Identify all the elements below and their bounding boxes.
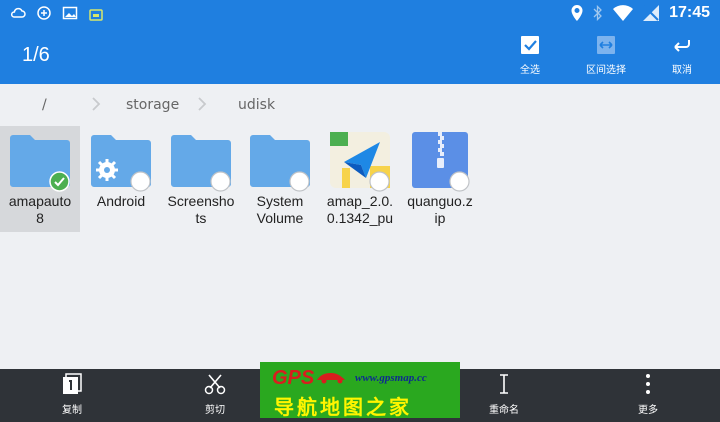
cloud-icon bbox=[10, 5, 26, 21]
breadcrumb-storage[interactable]: storage bbox=[126, 97, 179, 113]
rename-button[interactable]: 重命名 bbox=[464, 373, 544, 416]
more-label: 更多 bbox=[638, 405, 658, 416]
select-all-label: 全选 bbox=[520, 65, 540, 76]
chevron-right-icon bbox=[92, 97, 101, 111]
system-icons: 17:45 bbox=[571, 4, 710, 22]
android-icon bbox=[88, 5, 104, 21]
checked-icon[interactable] bbox=[49, 171, 70, 192]
more-icon bbox=[646, 374, 650, 394]
file-name: amap_2.0. 0.1342_pu bbox=[326, 193, 394, 226]
file-name: amapauto 8 bbox=[8, 193, 72, 226]
select-all-button[interactable]: 全选 bbox=[495, 34, 565, 76]
unchecked-icon[interactable] bbox=[130, 171, 151, 192]
file-name: quanguo.z ip bbox=[407, 193, 473, 226]
selection-toolbar: 1/6 全选 区间选择 取消 bbox=[0, 28, 720, 84]
select-all-icon bbox=[521, 36, 539, 54]
file-grid: amapauto 8 Android Screensho ts System Volu… bbox=[0, 126, 720, 369]
car-icon bbox=[317, 373, 345, 384]
unchecked-icon[interactable] bbox=[289, 171, 310, 192]
sync-icon bbox=[36, 5, 52, 21]
rename-icon bbox=[500, 374, 508, 394]
cancel-icon bbox=[674, 40, 690, 52]
range-select-icon bbox=[597, 36, 615, 54]
file-item-amap-apk[interactable]: amap_2.0. 0.1342_pu bbox=[320, 126, 400, 232]
file-item-screenshots[interactable]: Screensho ts bbox=[161, 126, 241, 232]
copy-icon bbox=[63, 373, 82, 394]
chevron-right-icon bbox=[198, 97, 207, 111]
breadcrumb-root[interactable]: / bbox=[42, 97, 47, 113]
range-select-label: 区间选择 bbox=[586, 65, 626, 76]
wifi-icon bbox=[613, 5, 634, 21]
file-item-amapauto8[interactable]: amapauto 8 bbox=[0, 126, 80, 232]
unchecked-icon[interactable] bbox=[210, 171, 231, 192]
file-name: Android bbox=[96, 193, 146, 209]
file-item-quanguo-zip[interactable]: quanguo.z ip bbox=[400, 126, 480, 232]
unchecked-icon[interactable] bbox=[369, 171, 390, 192]
watermark-logo: GPS www.gpsmap.cc 导航地图之家 bbox=[260, 362, 460, 419]
watermark-text: 导航地图之家 bbox=[274, 395, 412, 419]
bluetooth-icon bbox=[593, 5, 602, 21]
image-icon bbox=[62, 5, 78, 21]
watermark-url: www.gpsmap.cc bbox=[355, 372, 427, 384]
clock: 17:45 bbox=[669, 4, 710, 21]
status-bar: 17:45 bbox=[0, 0, 720, 28]
watermark-brand: GPS bbox=[272, 367, 315, 389]
unchecked-icon[interactable] bbox=[449, 171, 470, 192]
notification-icons bbox=[10, 5, 104, 21]
copy-button[interactable]: 复制 bbox=[32, 373, 112, 416]
rename-label: 重命名 bbox=[489, 405, 519, 416]
cut-button[interactable]: 剪切 bbox=[175, 373, 255, 416]
file-name: System Volume bbox=[256, 193, 304, 226]
cancel-label: 取消 bbox=[672, 65, 692, 76]
file-item-system-volume[interactable]: System Volume bbox=[240, 126, 320, 232]
location-icon bbox=[571, 5, 583, 21]
range-select-button[interactable]: 区间选择 bbox=[571, 34, 641, 76]
cut-icon bbox=[204, 374, 226, 395]
no-signal-icon bbox=[643, 5, 660, 21]
file-name: Screensho ts bbox=[167, 193, 235, 226]
selection-count: 1/6 bbox=[22, 44, 50, 66]
cut-label: 剪切 bbox=[205, 405, 225, 416]
copy-label: 复制 bbox=[62, 405, 82, 416]
breadcrumb: / storage udisk bbox=[0, 84, 720, 124]
breadcrumb-udisk[interactable]: udisk bbox=[238, 97, 275, 113]
cancel-button[interactable]: 取消 bbox=[647, 34, 717, 76]
file-item-android[interactable]: Android bbox=[81, 126, 161, 232]
more-button[interactable]: 更多 bbox=[608, 373, 688, 416]
